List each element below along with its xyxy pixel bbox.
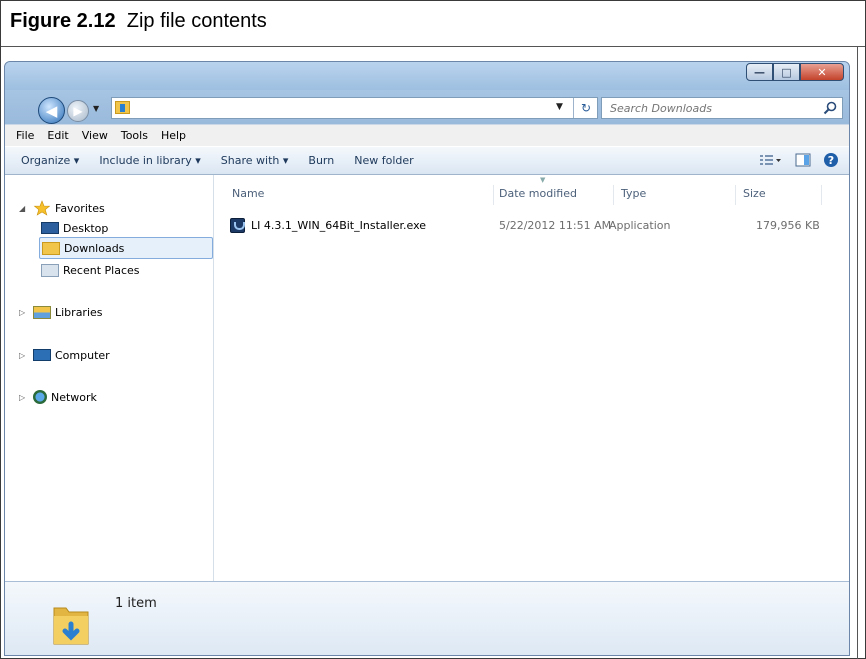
command-bar: Organize ▾ Include in library ▾ Share wi…: [5, 146, 849, 175]
file-size: 179,956 KB: [756, 219, 820, 232]
column-divider[interactable]: [613, 185, 614, 205]
nav-favorites-label: Favorites: [55, 201, 105, 215]
preview-pane-icon[interactable]: [795, 153, 811, 167]
view-controls: ?: [759, 152, 839, 168]
nav-libraries-label: Libraries: [55, 305, 103, 319]
help-icon[interactable]: ?: [823, 152, 839, 168]
item-count: 1 item: [115, 596, 157, 611]
column-divider[interactable]: [735, 185, 736, 205]
forward-button[interactable]: ▶: [67, 100, 89, 122]
nav-recent-places[interactable]: Recent Places: [41, 259, 140, 281]
file-list: Name ▼ Date modified Type Size LI 4.3.1_…: [215, 175, 849, 581]
share-with-button[interactable]: Share with ▾: [221, 154, 289, 167]
window-controls: — □ ✕: [746, 63, 844, 81]
column-divider[interactable]: [493, 185, 494, 205]
expand-arrow-icon[interactable]: ▷: [19, 308, 33, 317]
menu-edit[interactable]: Edit: [47, 129, 68, 142]
column-type[interactable]: Type: [621, 187, 646, 200]
expand-arrow-icon[interactable]: ▷: [19, 351, 33, 360]
burn-button[interactable]: Burn: [308, 154, 334, 167]
menu-help[interactable]: Help: [161, 129, 186, 142]
navigation-pane: ◢ Favorites Desktop Downloads Recent Pla…: [5, 175, 214, 581]
figure-number: Figure 2.12: [10, 10, 116, 32]
nav-recent-label: Recent Places: [63, 263, 140, 277]
sort-indicator-icon: ▼: [540, 176, 546, 184]
column-divider[interactable]: [821, 185, 822, 205]
frame-divider: [857, 47, 858, 659]
address-bar[interactable]: ▼ ↻: [111, 97, 598, 119]
refresh-icon[interactable]: ↻: [573, 98, 598, 118]
menu-bar: File Edit View Tools Help: [5, 124, 849, 146]
nav-downloads-label: Downloads: [64, 241, 125, 255]
view-options-icon[interactable]: [759, 153, 783, 167]
star-icon: [33, 200, 51, 216]
nav-computer[interactable]: ▷ Computer: [19, 344, 110, 366]
search-box[interactable]: [601, 97, 843, 119]
network-icon: [33, 390, 47, 404]
address-dropdown-icon[interactable]: ▼: [556, 102, 563, 112]
nav-computer-label: Computer: [55, 348, 110, 362]
file-row[interactable]: LI 4.3.1_WIN_64Bit_Installer.exe 5/22/20…: [215, 216, 849, 238]
maximize-button[interactable]: □: [773, 63, 800, 81]
column-date-modified[interactable]: Date modified: [499, 187, 577, 200]
application-icon: [230, 218, 245, 233]
close-button[interactable]: ✕: [800, 63, 844, 81]
nav-network[interactable]: ▷ Network: [19, 386, 97, 408]
downloads-folder-icon: [42, 241, 60, 255]
nav-network-label: Network: [51, 390, 97, 404]
figure-caption: Figure 2.12 Zip file contents: [1, 1, 865, 47]
recent-places-icon: [41, 263, 59, 277]
include-in-library-button[interactable]: Include in library ▾: [99, 154, 200, 167]
downloads-folder-icon: [115, 101, 130, 114]
column-size[interactable]: Size: [743, 187, 766, 200]
details-pane: 1 item: [5, 581, 849, 655]
nav-downloads[interactable]: Downloads: [39, 237, 213, 259]
downloads-folder-icon: [53, 607, 89, 645]
menu-view[interactable]: View: [82, 129, 108, 142]
column-name[interactable]: Name: [232, 187, 264, 200]
nav-libraries[interactable]: ▷ Libraries: [19, 301, 103, 323]
file-type: Application: [609, 219, 671, 232]
minimize-button[interactable]: —: [746, 63, 773, 81]
back-button[interactable]: ◀: [38, 97, 65, 124]
title-bar[interactable]: — □ ✕: [5, 62, 849, 90]
nav-favorites[interactable]: ◢ Favorites: [19, 197, 105, 219]
svg-text:?: ?: [828, 154, 834, 167]
expand-arrow-icon[interactable]: ◢: [19, 204, 33, 213]
recent-pages-dropdown[interactable]: ▼: [93, 104, 99, 113]
desktop-icon: [41, 222, 59, 234]
expand-arrow-icon[interactable]: ▷: [19, 393, 33, 402]
navigation-bar: ◀ ▶ ▼ ▼ ↻: [5, 90, 849, 124]
menu-file[interactable]: File: [16, 129, 34, 142]
figure-frame: Figure 2.12 Zip file contents — □ ✕ ◀ ▶ …: [0, 0, 866, 659]
content-area: ◢ Favorites Desktop Downloads Recent Pla…: [5, 175, 849, 581]
organize-button[interactable]: Organize ▾: [21, 154, 79, 167]
figure-title: Zip file contents: [126, 10, 267, 32]
menu-tools[interactable]: Tools: [121, 129, 148, 142]
libraries-icon: [33, 305, 51, 319]
search-icon[interactable]: [822, 100, 838, 116]
nav-desktop-label: Desktop: [63, 221, 109, 235]
search-input[interactable]: [602, 98, 812, 118]
file-name: LI 4.3.1_WIN_64Bit_Installer.exe: [251, 219, 427, 232]
file-date: 5/22/2012 11:51 AM: [499, 219, 612, 232]
computer-icon: [33, 349, 51, 361]
nav-desktop[interactable]: Desktop: [41, 217, 108, 239]
new-folder-button[interactable]: New folder: [354, 154, 413, 167]
explorer-window: — □ ✕ ◀ ▶ ▼ ▼ ↻ File Ed: [4, 61, 850, 656]
